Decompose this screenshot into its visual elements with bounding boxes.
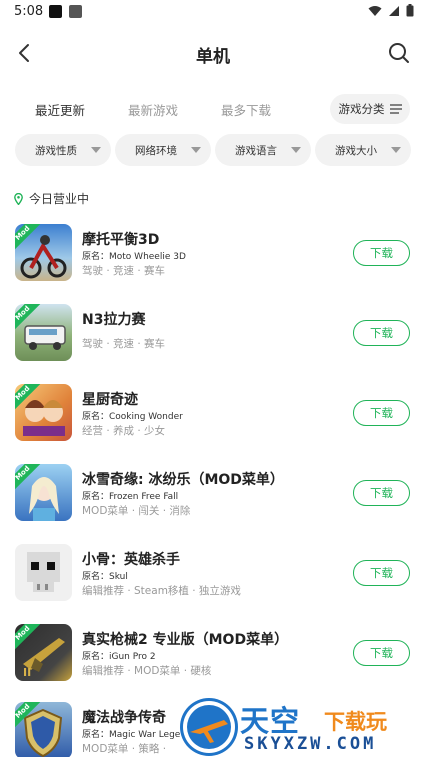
list-item[interactable]: 小骨：英雄杀手 原名：Skul 编辑推荐 · Steam移植 · 独立游戏 下载 [0, 544, 426, 604]
game-original-name: 原名：Moto Wheelie 3D [82, 252, 186, 262]
status-indicators [368, 4, 414, 17]
caret-down-icon [91, 147, 101, 153]
status-time: 5:08 [14, 4, 44, 19]
filter-language[interactable]: 游戏语言 [215, 134, 311, 166]
list-item[interactable]: II Mod 真实枪械2 专业版（MOD菜单） 原名：iGun Pro 2 编辑… [0, 624, 426, 684]
game-title: 星厨奇迹 [82, 392, 138, 408]
skull-pixel-game-icon [15, 544, 72, 601]
filter-bar: 游戏性质 网络环境 游戏语言 游戏大小 [15, 134, 411, 166]
magic-war-shield-game-icon: Mod [15, 702, 72, 757]
game-tags: MOD菜单 · 策略 · [82, 743, 167, 755]
tab-new-games[interactable]: 最新游戏 [128, 100, 178, 119]
location-pin-icon [14, 192, 23, 205]
caret-down-icon [291, 147, 301, 153]
tab-label: 最近更新 [35, 103, 86, 118]
signal-icon [389, 5, 399, 16]
game-title: 摩托平衡3D [82, 232, 160, 248]
watermark-domain: SKYXZW.COM [244, 734, 377, 754]
notification-icon [49, 5, 62, 18]
game-title: N3拉力赛 [82, 312, 146, 328]
filter-label: 网络环境 [135, 144, 177, 157]
gun-game-icon: II Mod [15, 624, 72, 681]
download-button[interactable]: 下载 [353, 560, 410, 586]
site-watermark: 天空 下载玩 SKYXZW.COM [176, 696, 426, 757]
game-original-name: 原名：Cooking Wonder [82, 412, 183, 422]
download-button[interactable]: 下载 [353, 320, 410, 346]
game-tags: 编辑推荐 · MOD菜单 · 硬核 [82, 665, 212, 677]
svg-text:II: II [23, 666, 31, 679]
search-icon[interactable] [386, 40, 412, 66]
category-label: 游戏分类 [338, 102, 385, 116]
wifi-icon [368, 5, 382, 16]
watermark-title-accent: 下载玩 [324, 710, 387, 734]
download-button[interactable]: 下载 [353, 400, 410, 426]
battery-icon [406, 4, 414, 17]
game-title: 魔法战争传奇 [82, 710, 166, 726]
top-bar: 单机 [0, 30, 426, 76]
section-header: 今日营业中 [14, 190, 89, 207]
page-title: 单机 [196, 47, 230, 67]
game-tags: 编辑推荐 · Steam移植 · 独立游戏 [82, 585, 241, 597]
download-button[interactable]: 下载 [353, 240, 410, 266]
filter-label: 游戏性质 [35, 144, 77, 157]
game-title: 冰雪奇缘: 冰纷乐（MOD菜单） [82, 472, 284, 488]
game-original-name: 原名：Magic War Lege [82, 730, 181, 740]
tab-most-downloaded[interactable]: 最多下载 [221, 100, 271, 119]
section-title: 今日营业中 [29, 192, 90, 206]
list-item[interactable]: Mod N3拉力赛 驾驶 · 竞速 · 赛车 下载 [0, 304, 426, 364]
cooking-girls-game-icon: Mod [15, 384, 72, 441]
game-title: 真实枪械2 专业版（MOD菜单） [82, 632, 289, 648]
game-tags: 经营 · 养成 · 少女 [82, 425, 166, 437]
caret-down-icon [391, 147, 401, 153]
frozen-elsa-game-icon: Mod [15, 464, 72, 521]
filter-label: 游戏大小 [335, 144, 377, 157]
game-title: 小骨：英雄杀手 [82, 552, 180, 568]
tab-label: 最新游戏 [128, 103, 179, 118]
notification-icon [69, 5, 82, 18]
game-tags: MOD菜单 · 闯关 · 消除 [82, 505, 191, 517]
game-original-name: 原名：Frozen Free Fall [82, 492, 179, 502]
filter-game-nature[interactable]: 游戏性质 [15, 134, 111, 166]
game-category-button[interactable]: 游戏分类 [330, 94, 410, 124]
caret-down-icon [191, 147, 201, 153]
game-original-name: 原名：iGun Pro 2 [82, 652, 156, 662]
game-original-name: 原名：Skul [82, 572, 128, 582]
list-item[interactable]: Mod 星厨奇迹 原名：Cooking Wonder 经营 · 养成 · 少女 … [0, 384, 426, 444]
game-tags: 驾驶 · 竞速 · 赛车 [82, 338, 166, 350]
list-item[interactable]: Mod 摩托平衡3D 原名：Moto Wheelie 3D 驾驶 · 竞速 · … [0, 224, 426, 284]
motorcycle-game-icon: Mod [15, 224, 72, 281]
sort-tabs: 最近更新 最新游戏 最多下载 游戏分类 [0, 94, 426, 124]
rally-bus-game-icon: Mod [15, 304, 72, 361]
list-item[interactable]: Mod 冰雪奇缘: 冰纷乐（MOD菜单） 原名：Frozen Free Fall… [0, 464, 426, 524]
filter-network[interactable]: 网络环境 [115, 134, 211, 166]
download-button[interactable]: 下载 [353, 640, 410, 666]
game-tags: 驾驶 · 竞速 · 赛车 [82, 265, 166, 277]
menu-lines-icon [389, 104, 402, 114]
status-bar: 5:08 [0, 0, 426, 24]
filter-size[interactable]: 游戏大小 [315, 134, 411, 166]
filter-label: 游戏语言 [235, 144, 277, 157]
download-button[interactable]: 下载 [353, 480, 410, 506]
watermark-logo-icon [180, 698, 238, 756]
tab-recent-updates[interactable]: 最近更新 [35, 100, 86, 119]
tab-label: 最多下载 [221, 103, 272, 118]
